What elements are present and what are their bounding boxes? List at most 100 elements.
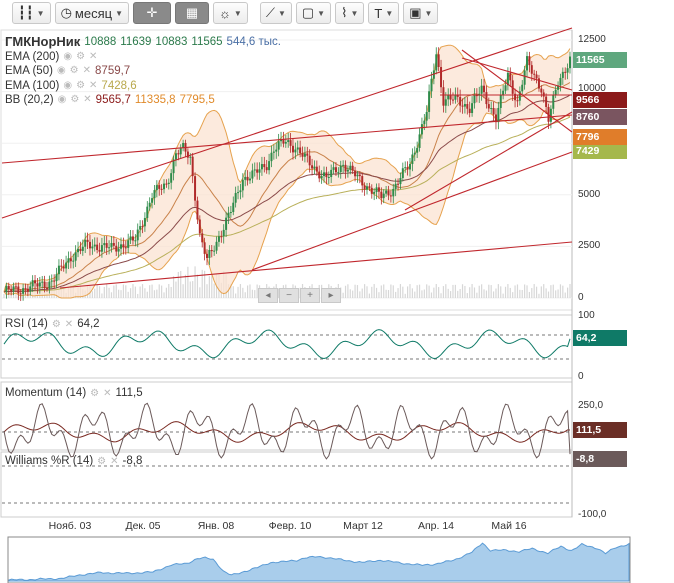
volume-bar (94, 288, 96, 298)
candle-body (346, 169, 349, 172)
candle-body (201, 233, 204, 243)
zoom-out-button[interactable]: − (279, 288, 299, 303)
volume-value: 544,6 тыс. (226, 36, 281, 48)
volume-bar (144, 288, 146, 298)
volume-bar (356, 285, 359, 298)
eye-icon[interactable]: ◉ (63, 50, 72, 65)
candle-body (45, 287, 48, 289)
candle-body (351, 165, 354, 171)
gear-icon[interactable]: ⚙ (52, 319, 61, 330)
candle-body (499, 94, 502, 108)
volume-bar (407, 286, 409, 298)
candle-body (463, 104, 466, 107)
close-icon[interactable]: ✕ (103, 388, 111, 399)
candle-body (19, 293, 22, 295)
rsi-pane-title[interactable]: RSI (14) ⚙ ✕ 64,2 (5, 318, 100, 330)
candle-body (284, 142, 287, 144)
volume-bar (395, 291, 397, 298)
volume-bar (375, 287, 378, 298)
candle-body (308, 155, 311, 166)
williams-pane-title[interactable]: Williams %R (14) ⚙ ✕ -8,8 (5, 455, 142, 467)
volume-bar (237, 286, 239, 298)
candle-body (526, 56, 529, 71)
candle-body (100, 245, 103, 252)
legend-ema50[interactable]: EMA (50) ◉ ⚙ ✕ 8759,7 (5, 64, 281, 79)
candle-body (423, 120, 426, 125)
candle-body (552, 94, 555, 109)
gear-icon[interactable]: ⚙ (76, 79, 85, 94)
close-value: 11565 (191, 36, 223, 48)
candle-body (413, 152, 416, 155)
williams-value: -8,8 (122, 455, 143, 467)
volume-bar (447, 288, 449, 298)
eye-icon[interactable]: ◉ (58, 93, 67, 108)
momentum-pane-title[interactable]: Momentum (14) ⚙ ✕ 111,5 (5, 387, 143, 399)
gear-icon[interactable]: ⚙ (97, 456, 106, 467)
candle-body (81, 246, 84, 251)
volume-bar (349, 289, 351, 298)
eye-icon[interactable]: ◉ (57, 64, 66, 79)
close-icon[interactable]: ✕ (65, 319, 73, 330)
volume-bar (423, 289, 425, 298)
candle-body (270, 152, 273, 162)
candle-body (26, 288, 29, 292)
candle-body (124, 247, 127, 249)
volume-bar (540, 286, 542, 298)
volume-bar (552, 284, 554, 298)
candle-body (120, 244, 123, 249)
eye-icon[interactable]: ◉ (63, 79, 72, 94)
candle-body (447, 95, 450, 100)
candle-body (122, 244, 125, 248)
candle-body (34, 280, 37, 284)
candle-body (334, 167, 337, 173)
candle-body (566, 68, 569, 73)
bb-mid-value: 9565,7 (95, 94, 131, 106)
legend-bb[interactable]: BB (20,2) ◉ ⚙ ✕ 9565,7 11335,8 7795,5 (5, 93, 281, 108)
legend-ema200[interactable]: EMA (200) ◉ ⚙ ✕ (5, 50, 281, 65)
gear-icon[interactable]: ⚙ (70, 93, 79, 108)
volume-bar (246, 285, 249, 298)
candle-body (163, 183, 166, 190)
candle-body (203, 242, 206, 254)
candle-body (277, 141, 280, 150)
candle-body (153, 190, 156, 199)
x-axis-label: Апр. 14 (417, 520, 455, 532)
candle-body (41, 281, 44, 283)
volume-bar (364, 284, 366, 298)
volume-bar (91, 291, 93, 298)
candle-body (229, 212, 232, 214)
close-icon[interactable]: ✕ (89, 79, 97, 94)
volume-bar (380, 285, 382, 298)
close-icon[interactable]: ✕ (83, 93, 91, 108)
volume-bar (490, 285, 492, 298)
candle-body (444, 99, 447, 106)
candle-body (327, 177, 330, 179)
scroll-right-button[interactable]: ▸ (321, 288, 341, 303)
volume-bar (342, 292, 344, 298)
gear-icon[interactable]: ⚙ (70, 64, 79, 79)
gear-icon[interactable]: ⚙ (76, 50, 85, 65)
legend-ema100[interactable]: EMA (100) ◉ ⚙ ✕ 7428,6 (5, 79, 281, 94)
candle-body (569, 56, 571, 69)
zoom-in-button[interactable]: + (300, 288, 320, 303)
candle-body (490, 108, 493, 110)
candle-body (473, 95, 476, 104)
candle-body (349, 165, 352, 170)
candle-body (306, 153, 309, 156)
volume-bar (244, 292, 246, 298)
gear-icon[interactable]: ⚙ (90, 388, 99, 399)
volume-bar (411, 288, 413, 298)
candle-body (397, 183, 400, 185)
candle-body (428, 91, 431, 112)
candle-body (179, 147, 182, 155)
close-icon[interactable]: ✕ (110, 456, 118, 467)
candle-body (492, 108, 495, 115)
candle-body (36, 283, 39, 287)
candle-body (287, 140, 290, 143)
close-icon[interactable]: ✕ (89, 50, 97, 65)
close-icon[interactable]: ✕ (83, 64, 91, 79)
scroll-left-button[interactable]: ◂ (258, 288, 278, 303)
candle-body (318, 171, 321, 179)
volume-bar (567, 287, 569, 298)
candle-body (275, 149, 278, 152)
